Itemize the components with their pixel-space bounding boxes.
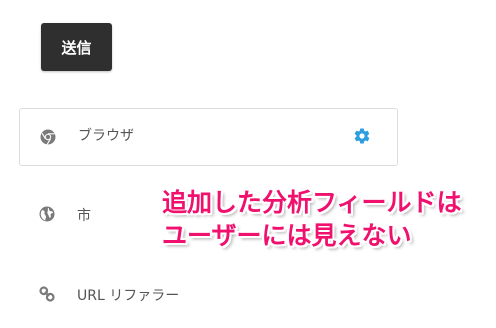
gear-icon[interactable]	[353, 127, 371, 145]
field-browser[interactable]: ブラウザ	[19, 108, 398, 166]
annotation-callout: 追加した分析フィールドは ユーザーには見えない	[162, 186, 492, 252]
field-label-city: 市	[77, 208, 91, 224]
field-label-browser: ブラウザ	[78, 128, 134, 144]
chrome-icon	[40, 129, 56, 145]
submit-button[interactable]: 送信	[41, 23, 112, 71]
annotation-line-2: ユーザーには見えない	[162, 221, 412, 250]
field-url-referrer[interactable]: URL リファラー	[19, 274, 398, 314]
field-label-url-referrer: URL リファラー	[77, 288, 180, 304]
globe-icon	[39, 206, 55, 222]
annotation-line-1: 追加した分析フィールドは	[162, 188, 462, 217]
link-icon	[39, 286, 55, 302]
